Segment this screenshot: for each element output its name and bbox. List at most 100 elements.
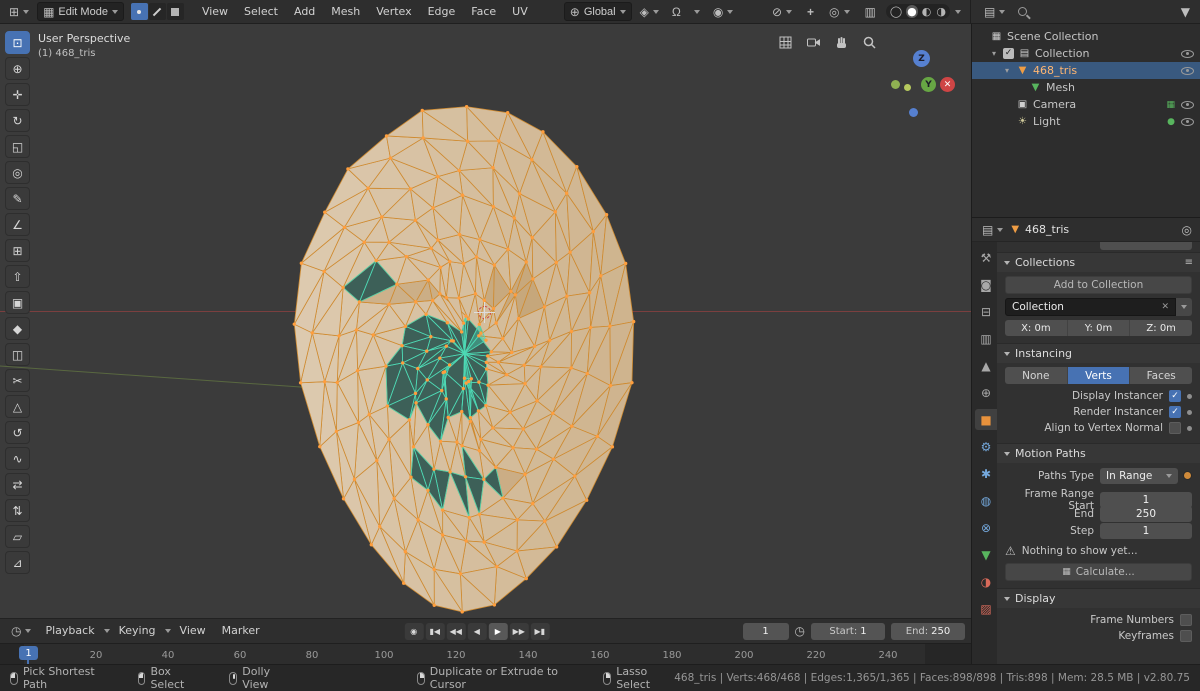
close-icon[interactable]: ✕ (1161, 302, 1169, 312)
outliner-row-collection[interactable]: ▾✓▤Collection (972, 45, 1200, 62)
collection-checkbox[interactable]: ✓ (1003, 48, 1014, 59)
tab-view-layer[interactable]: ▥ (975, 328, 997, 349)
zoom-view-icon[interactable] (859, 32, 879, 52)
outliner-row-scene-collection[interactable]: ▦Scene Collection (972, 28, 1200, 45)
instancing-faces-button[interactable]: Faces (1130, 367, 1192, 384)
play-button[interactable]: ▶ (488, 623, 507, 640)
smooth-tool-button[interactable]: ∿ (5, 447, 30, 470)
knife-tool-button[interactable]: ✂ (5, 369, 30, 392)
proportional-editing-dropdown[interactable]: ◉ (708, 2, 738, 21)
paths-type-dropdown[interactable]: In Range (1100, 468, 1178, 484)
tab-modifiers[interactable]: ⚙ (975, 436, 997, 457)
offset-z-field[interactable]: Z: 0m (1130, 320, 1192, 336)
tab-object-data[interactable]: ▼ (975, 544, 997, 565)
pin-icon[interactable]: ◎ (1182, 224, 1192, 236)
animate-decorator-icon[interactable] (1183, 471, 1192, 480)
offset-y-field[interactable]: Y: 0m (1068, 320, 1131, 336)
outliner-editor-button[interactable]: ▤ (979, 2, 1010, 21)
frame-numbers-checkbox[interactable] (1180, 614, 1192, 626)
visibility-eye-icon[interactable] (1181, 101, 1194, 109)
measure-tool-button[interactable]: ∠ (5, 213, 30, 236)
visibility-eye-icon[interactable] (1181, 50, 1194, 58)
gizmo-toggle-button[interactable]: + (802, 2, 819, 21)
tab-output[interactable]: ⊟ (975, 301, 997, 322)
menu-view[interactable]: View (195, 1, 235, 23)
calculate-button[interactable]: ▦ Calculate... (1005, 563, 1192, 581)
menu-uv[interactable]: UV (505, 1, 535, 23)
rendered-shading-button[interactable]: ◑ (935, 5, 947, 18)
instancing-verts-button[interactable]: Verts (1068, 367, 1131, 384)
axis-y-handle[interactable]: Y (921, 77, 936, 92)
next-keyframe-button[interactable]: ▶▶ (509, 623, 528, 640)
offset-x-field[interactable]: X: 0m (1005, 320, 1068, 336)
frame-end-field[interactable]: End:250 (891, 623, 965, 640)
face-mesh[interactable] (0, 24, 971, 618)
tab-world[interactable]: ⊕ (975, 382, 997, 403)
menu-vertex[interactable]: Vertex (369, 1, 418, 23)
axis-z-handle[interactable]: Z (913, 50, 930, 67)
step-field[interactable]: 1 (1100, 523, 1192, 539)
rotate-tool-button[interactable]: ↻ (5, 109, 30, 132)
animate-dot[interactable] (1187, 426, 1192, 431)
menu-face[interactable]: Face (464, 1, 503, 23)
axis-dot[interactable] (904, 84, 911, 91)
end-field[interactable]: 250 (1100, 506, 1192, 522)
jump-to-end-button[interactable]: ▶▮ (530, 623, 549, 640)
toggle-perspective-icon[interactable] (775, 32, 795, 52)
snap-toggle-button[interactable]: Ω (667, 2, 686, 21)
tab-constraints[interactable]: ⊗ (975, 517, 997, 538)
disclosure-icon[interactable]: ▾ (989, 49, 999, 58)
overlays-dropdown[interactable]: ◎ (824, 2, 854, 21)
menu-mesh[interactable]: Mesh (324, 1, 367, 23)
axis-neg-z-handle[interactable] (909, 108, 918, 117)
filter-icon[interactable]: ▼ (1181, 6, 1190, 18)
camera-view-icon[interactable] (803, 32, 823, 52)
display-instancer-checkbox[interactable]: ✓ (1169, 390, 1181, 402)
menu-timeline-view[interactable]: View (173, 620, 213, 642)
inset-faces-tool-button[interactable]: ▣ (5, 291, 30, 314)
shrink-fatten-tool-button[interactable]: ⇅ (5, 499, 30, 522)
rip-region-tool-button[interactable]: ⊿ (5, 551, 30, 574)
preview-range-clock-icon[interactable]: ◷ (795, 625, 805, 637)
move-tool-button[interactable]: ✛ (5, 83, 30, 106)
keyframes-checkbox[interactable] (1180, 630, 1192, 642)
select-box-tool-button[interactable]: ⊡ (5, 31, 30, 54)
panel-instancing-header[interactable]: Instancing (997, 343, 1200, 363)
menu-select[interactable]: Select (237, 1, 285, 23)
timeline-editor-button[interactable]: ◷ (6, 622, 36, 641)
shading-dropdown-icon[interactable] (955, 10, 961, 14)
tab-render[interactable]: ◙ (975, 274, 997, 295)
panel-display-header[interactable]: Display (997, 588, 1200, 608)
mode-dropdown[interactable]: ▦ Edit Mode (37, 2, 124, 21)
extrude-region-tool-button[interactable]: ⇧ (5, 265, 30, 288)
cursor-tool-button[interactable]: ⊕ (5, 57, 30, 80)
panel-menu-icon[interactable]: ≡ (1185, 258, 1193, 268)
tab-material[interactable]: ◑ (975, 571, 997, 592)
transform-tool-button[interactable]: ◎ (5, 161, 30, 184)
axis-x-handle[interactable]: ✕ (940, 77, 955, 92)
scale-tool-button[interactable]: ◱ (5, 135, 30, 158)
record-button[interactable]: ◉ (404, 623, 423, 640)
menu-add[interactable]: Add (287, 1, 322, 23)
menu-keying[interactable]: Keying (112, 620, 163, 642)
clipped-field[interactable] (1100, 242, 1192, 250)
disclosure-icon[interactable]: ▾ (1002, 66, 1012, 75)
current-frame-field[interactable]: 1 (743, 623, 789, 640)
visibility-eye-icon[interactable] (1181, 118, 1194, 126)
visibility-dropdown[interactable]: ⊘ (767, 2, 797, 21)
edge-slide-tool-button[interactable]: ⇄ (5, 473, 30, 496)
align-to-vertex-normal-checkbox[interactable] (1169, 422, 1181, 434)
annotate-tool-button[interactable]: ✎ (5, 187, 30, 210)
panel-collections-header[interactable]: Collections ≡ (997, 252, 1200, 272)
tab-object[interactable]: ■ (975, 409, 997, 430)
face-select-button[interactable] (167, 3, 184, 20)
solid-shading-button[interactable]: ● (906, 5, 918, 18)
navigation-gizmo[interactable]: Z Y ✕ (889, 50, 959, 124)
tab-texture[interactable]: ▨ (975, 598, 997, 619)
collection-name-input[interactable]: Collection ✕ (1005, 298, 1176, 316)
prev-keyframe-button[interactable]: ◀◀ (446, 623, 465, 640)
axis-neg-y-handle[interactable] (891, 80, 900, 89)
edge-select-button[interactable] (149, 3, 166, 20)
outliner-row-mesh[interactable]: ▼Mesh (972, 79, 1200, 96)
outliner-row-light[interactable]: ☀Light● (972, 113, 1200, 130)
